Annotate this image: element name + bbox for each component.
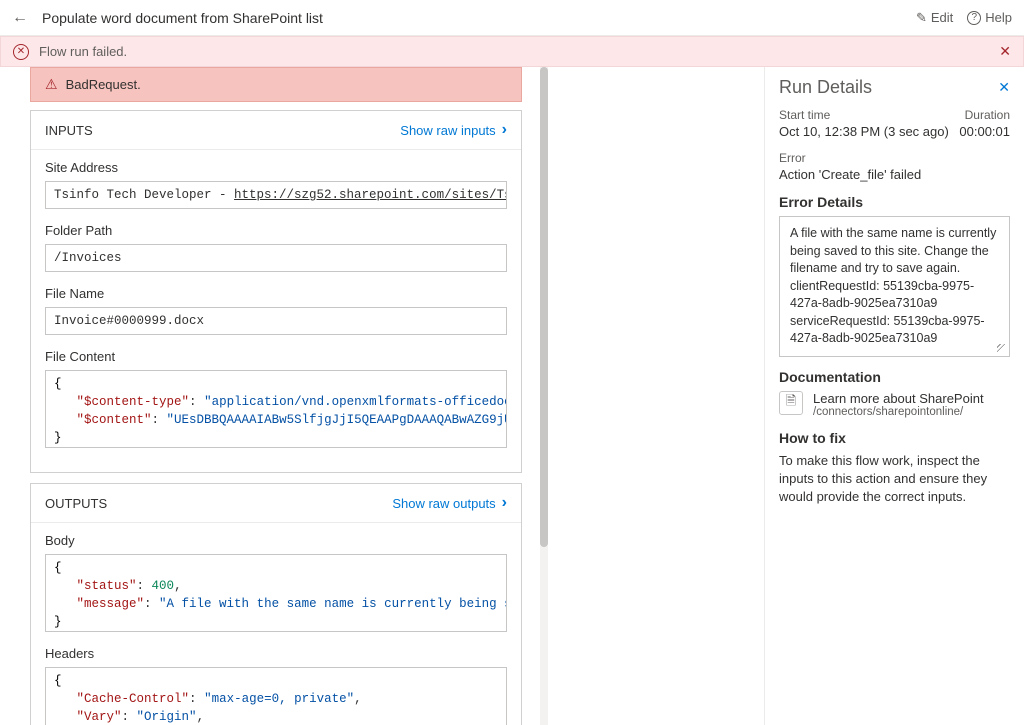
inputs-panel-body: Site Address Tsinfo Tech Developer - htt… (31, 150, 521, 472)
doc-line2: /connectors/sharepointonline/ (813, 406, 984, 418)
error-circle-icon: ✕ (13, 44, 29, 60)
folder-path-value[interactable]: /Invoices (45, 244, 507, 272)
show-raw-inputs-label: Show raw inputs (400, 123, 495, 138)
close-banner-button[interactable]: ✕ (999, 43, 1011, 60)
run-details-title: Run Details (779, 77, 872, 98)
doc-line1: Learn more about SharePoint (813, 391, 984, 406)
error-value: Action 'Create_file' failed (779, 167, 1010, 182)
duration-label: Duration (965, 108, 1010, 122)
body-value[interactable]: { "status": 400, "message": "A file with… (45, 554, 507, 632)
headers-label: Headers (45, 646, 507, 661)
inputs-title: INPUTS (45, 123, 93, 138)
chevron-right-icon: › (502, 121, 507, 139)
help-button[interactable]: ? Help (967, 10, 1012, 25)
page-title: Populate word document from SharePoint l… (42, 10, 916, 26)
help-label: Help (985, 10, 1012, 25)
left-column: ⚠ BadRequest. INPUTS Show raw inputs › S… (0, 67, 540, 725)
error-details-text: A file with the same name is currently b… (790, 226, 996, 345)
field-folder-path: Folder Path /Invoices (45, 223, 507, 272)
file-name-label: File Name (45, 286, 507, 301)
field-body: Body { "status": 400, "message": "A file… (45, 533, 507, 632)
site-address-label: Site Address (45, 160, 507, 175)
inputs-panel: INPUTS Show raw inputs › Site Address Ts… (30, 110, 522, 473)
field-headers: Headers { "Cache-Control": "max-age=0, p… (45, 646, 507, 725)
how-to-fix-text: To make this flow work, inspect the inpu… (779, 452, 1010, 507)
outputs-panel: OUTPUTS Show raw outputs › Body { "statu… (30, 483, 522, 725)
file-content-value[interactable]: { "$content-type": "application/vnd.open… (45, 370, 507, 448)
main-area: ⚠ BadRequest. INPUTS Show raw inputs › S… (0, 67, 1024, 725)
help-icon: ? (967, 11, 981, 25)
headers-value[interactable]: { "Cache-Control": "max-age=0, private",… (45, 667, 507, 725)
show-raw-outputs-link[interactable]: Show raw outputs › (392, 494, 507, 512)
show-raw-inputs-link[interactable]: Show raw inputs › (400, 121, 507, 139)
outputs-title: OUTPUTS (45, 496, 107, 511)
top-actions: ✎ Edit ? Help (916, 10, 1012, 26)
start-time-value: Oct 10, 12:38 PM (3 sec ago) (779, 124, 949, 139)
scrollbar-track[interactable] (540, 67, 548, 725)
flow-failed-banner: ✕ Flow run failed. ✕ (0, 36, 1024, 67)
pencil-icon: ✎ (916, 10, 927, 26)
flow-failed-text: Flow run failed. (39, 44, 127, 59)
file-content-label: File Content (45, 349, 507, 364)
outputs-panel-body: Body { "status": 400, "message": "A file… (31, 523, 521, 725)
outputs-panel-header: OUTPUTS Show raw outputs › (31, 484, 521, 523)
inputs-panel-header: INPUTS Show raw inputs › (31, 111, 521, 150)
file-name-value[interactable]: Invoice#0000999.docx (45, 307, 507, 335)
duration-value: 00:00:01 (959, 124, 1010, 139)
run-details-panel: Run Details ✕ Start time Duration Oct 10… (764, 67, 1024, 725)
documentation-title: Documentation (779, 369, 1010, 385)
scrollbar-thumb[interactable] (540, 67, 548, 547)
chevron-right-icon: › (502, 494, 507, 512)
close-icon[interactable]: ✕ (998, 79, 1010, 96)
start-time-label: Start time (779, 108, 830, 122)
folder-path-label: Folder Path (45, 223, 507, 238)
site-address-value[interactable]: Tsinfo Tech Developer - https://szg52.sh… (45, 181, 507, 209)
back-icon[interactable]: ← (12, 9, 28, 27)
body-label: Body (45, 533, 507, 548)
resize-grip-icon[interactable] (997, 344, 1007, 354)
warning-icon: ⚠ (45, 76, 58, 93)
badrequest-text: BadRequest. (66, 77, 141, 92)
documentation-link[interactable]: 🗎 Learn more about SharePoint /connector… (779, 391, 1010, 418)
edit-button[interactable]: ✎ Edit (916, 10, 953, 26)
error-details-title: Error Details (779, 194, 1010, 210)
error-label: Error (779, 151, 1010, 165)
badrequest-banner: ⚠ BadRequest. (30, 67, 522, 102)
how-to-fix-title: How to fix (779, 430, 1010, 446)
show-raw-outputs-label: Show raw outputs (392, 496, 495, 511)
field-file-content: File Content { "$content-type": "applica… (45, 349, 507, 448)
field-file-name: File Name Invoice#0000999.docx (45, 286, 507, 335)
top-bar: ← Populate word document from SharePoint… (0, 0, 1024, 36)
edit-label: Edit (931, 10, 953, 25)
document-icon: 🗎 (779, 391, 803, 415)
field-site-address: Site Address Tsinfo Tech Developer - htt… (45, 160, 507, 209)
error-details-box[interactable]: A file with the same name is currently b… (779, 216, 1010, 357)
